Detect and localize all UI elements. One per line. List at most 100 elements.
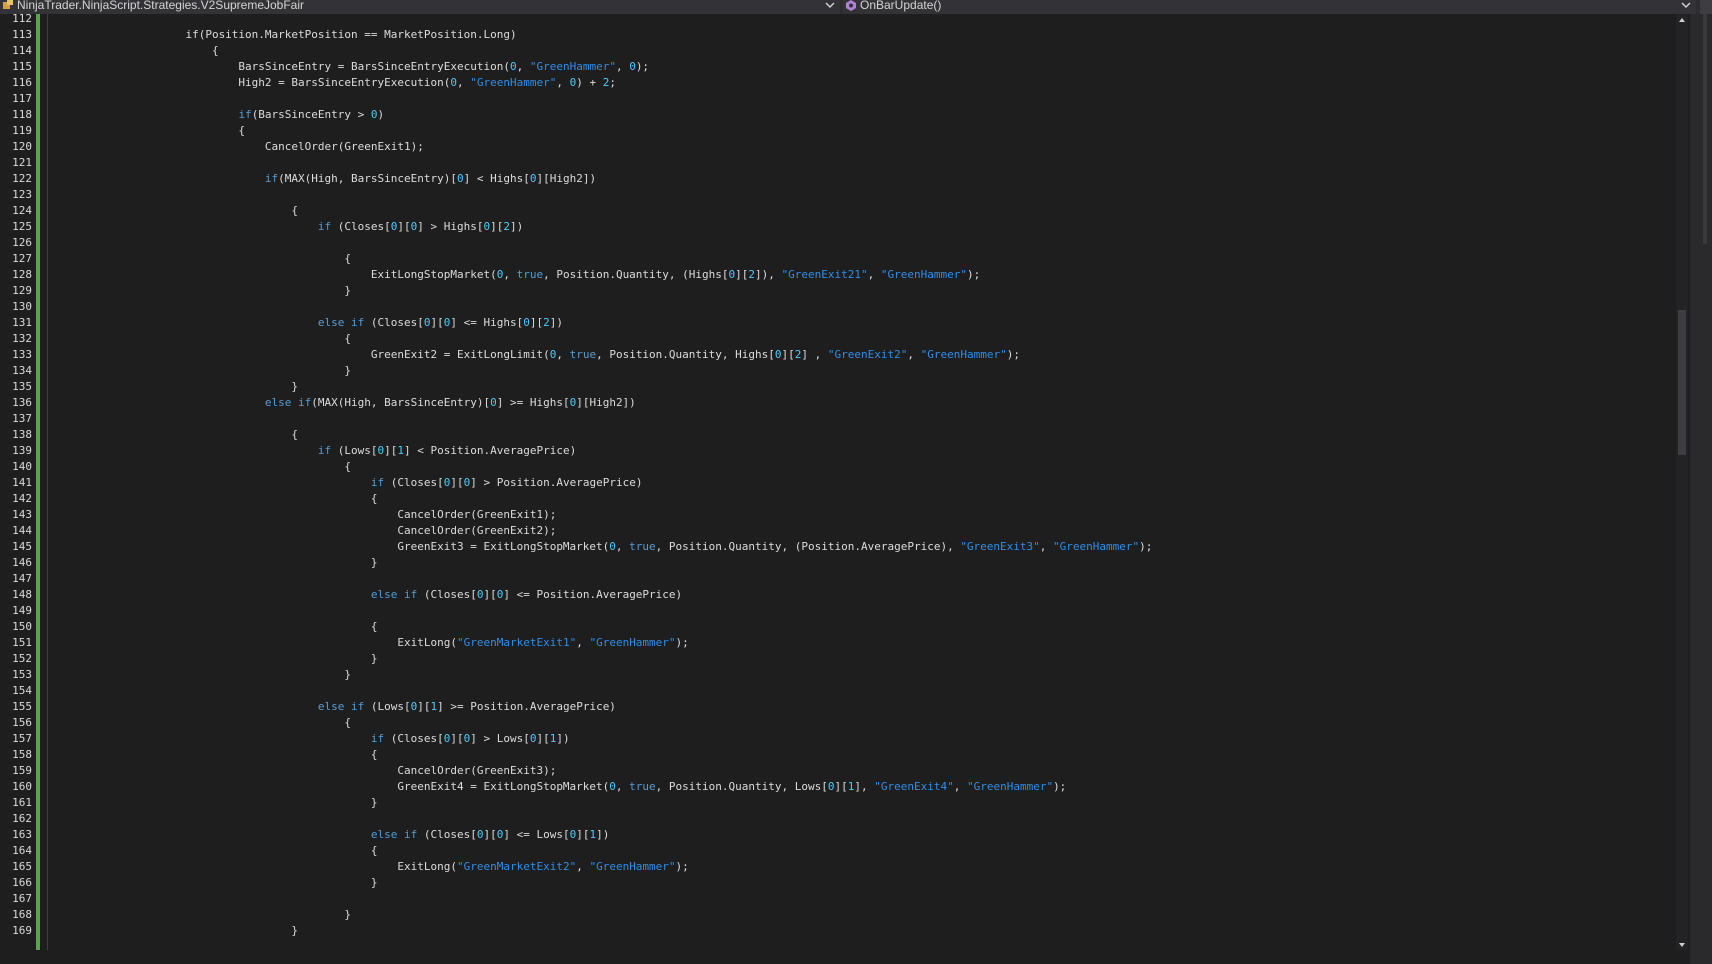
- code-line[interactable]: 117: [0, 91, 1670, 107]
- code-line[interactable]: 139 if (Lows[0][1] < Position.AveragePri…: [0, 443, 1670, 459]
- code-text[interactable]: }: [53, 907, 351, 923]
- code-line[interactable]: 156 {: [0, 715, 1670, 731]
- code-text[interactable]: {: [53, 459, 351, 475]
- code-line[interactable]: 165 ExitLong("GreenMarketExit2", "GreenH…: [0, 859, 1670, 875]
- code-line[interactable]: 141 if (Closes[0][0] > Position.AverageP…: [0, 475, 1670, 491]
- code-text[interactable]: GreenExit3 = ExitLongStopMarket(0, true,…: [53, 539, 1152, 555]
- code-text[interactable]: if(BarsSinceEntry > 0): [53, 107, 384, 123]
- code-line[interactable]: 135 }: [0, 379, 1670, 395]
- code-line[interactable]: 130: [0, 299, 1670, 315]
- code-line[interactable]: 125 if (Closes[0][0] > Highs[0][2]): [0, 219, 1670, 235]
- code-line[interactable]: 150 {: [0, 619, 1670, 635]
- code-line[interactable]: 145 GreenExit3 = ExitLongStopMarket(0, t…: [0, 539, 1670, 555]
- code-line[interactable]: 166 }: [0, 875, 1670, 891]
- code-line[interactable]: 140 {: [0, 459, 1670, 475]
- code-line[interactable]: 160 GreenExit4 = ExitLongStopMarket(0, t…: [0, 779, 1670, 795]
- code-text[interactable]: {: [53, 43, 219, 59]
- code-text[interactable]: {: [53, 747, 378, 763]
- code-line[interactable]: 157 if (Closes[0][0] > Lows[0][1]): [0, 731, 1670, 747]
- code-text[interactable]: else if (Closes[0][0] <= Position.Averag…: [53, 587, 682, 603]
- code-text[interactable]: ExitLong("GreenMarketExit1", "GreenHamme…: [53, 635, 688, 651]
- code-text[interactable]: else if(MAX(High, BarsSinceEntry)[0] >= …: [53, 395, 636, 411]
- code-line[interactable]: 153 }: [0, 667, 1670, 683]
- overview-margin[interactable]: [1690, 14, 1712, 964]
- code-text[interactable]: if (Lows[0][1] < Position.AveragePrice): [53, 443, 576, 459]
- code-line[interactable]: 159 CancelOrder(GreenExit3);: [0, 763, 1670, 779]
- code-text[interactable]: }: [53, 555, 378, 571]
- code-text[interactable]: High2 = BarsSinceEntryExecution(0, "Gree…: [53, 75, 616, 91]
- code-line[interactable]: 112: [0, 14, 1670, 27]
- code-line[interactable]: 115 BarsSinceEntry = BarsSinceEntryExecu…: [0, 59, 1670, 75]
- code-line[interactable]: 162: [0, 811, 1670, 827]
- code-line[interactable]: 143 CancelOrder(GreenExit1);: [0, 507, 1670, 523]
- code-text[interactable]: ExitLong("GreenMarketExit2", "GreenHamme…: [53, 859, 688, 875]
- scroll-up-icon[interactable]: [1677, 15, 1687, 25]
- code-line[interactable]: 123: [0, 187, 1670, 203]
- code-text[interactable]: {: [53, 331, 351, 347]
- code-line[interactable]: 144 CancelOrder(GreenExit2);: [0, 523, 1670, 539]
- code-text[interactable]: GreenExit2 = ExitLongLimit(0, true, Posi…: [53, 347, 1020, 363]
- code-text[interactable]: CancelOrder(GreenExit1);: [53, 139, 424, 155]
- code-text[interactable]: BarsSinceEntry = BarsSinceEntryExecution…: [53, 59, 649, 75]
- code-text[interactable]: {: [53, 251, 351, 267]
- code-text[interactable]: GreenExit4 = ExitLongStopMarket(0, true,…: [53, 779, 1066, 795]
- code-line[interactable]: 114 {: [0, 43, 1670, 59]
- code-text[interactable]: CancelOrder(GreenExit1);: [53, 507, 556, 523]
- code-text[interactable]: if(MAX(High, BarsSinceEntry)[0] < Highs[…: [53, 171, 596, 187]
- code-line[interactable]: 127 {: [0, 251, 1670, 267]
- code-editor[interactable]: 112 113 if(Position.MarketPosition == Mar…: [0, 14, 1712, 964]
- code-text[interactable]: }: [53, 795, 378, 811]
- code-line[interactable]: 149: [0, 603, 1670, 619]
- code-text[interactable]: }: [53, 283, 351, 299]
- code-line[interactable]: 134 }: [0, 363, 1670, 379]
- code-line[interactable]: 132 {: [0, 331, 1670, 347]
- code-line[interactable]: 152 }: [0, 651, 1670, 667]
- code-line[interactable]: 163 else if (Closes[0][0] <= Lows[0][1]): [0, 827, 1670, 843]
- code-line[interactable]: 142 {: [0, 491, 1670, 507]
- code-text[interactable]: {: [53, 491, 378, 507]
- code-line[interactable]: 120 CancelOrder(GreenExit1);: [0, 139, 1670, 155]
- code-text[interactable]: CancelOrder(GreenExit3);: [53, 763, 556, 779]
- code-line[interactable]: 133 GreenExit2 = ExitLongLimit(0, true, …: [0, 347, 1670, 363]
- code-line[interactable]: 151 ExitLong("GreenMarketExit1", "GreenH…: [0, 635, 1670, 651]
- code-line[interactable]: 131 else if (Closes[0][0] <= Highs[0][2]…: [0, 315, 1670, 331]
- type-dropdown[interactable]: NinjaTrader.NinjaScript.Strategies.V2Sup…: [0, 0, 840, 14]
- code-text[interactable]: if (Closes[0][0] > Position.AveragePrice…: [53, 475, 643, 491]
- code-text[interactable]: {: [53, 619, 378, 635]
- code-text[interactable]: }: [53, 875, 378, 891]
- scroll-down-icon[interactable]: [1677, 940, 1687, 950]
- code-line[interactable]: 121: [0, 155, 1670, 171]
- code-text[interactable]: CancelOrder(GreenExit2);: [53, 523, 556, 539]
- code-line[interactable]: 116 High2 = BarsSinceEntryExecution(0, "…: [0, 75, 1670, 91]
- code-text[interactable]: else if (Lows[0][1] >= Position.AverageP…: [53, 699, 616, 715]
- code-line[interactable]: 155 else if (Lows[0][1] >= Position.Aver…: [0, 699, 1670, 715]
- code-line[interactable]: 137: [0, 411, 1670, 427]
- code-text[interactable]: if (Closes[0][0] > Lows[0][1]): [53, 731, 570, 747]
- chevron-down-icon[interactable]: [1680, 0, 1692, 12]
- code-text[interactable]: ExitLongStopMarket(0, true, Position.Qua…: [53, 267, 980, 283]
- code-text[interactable]: if(Position.MarketPosition == MarketPosi…: [53, 27, 516, 43]
- vertical-scrollbar[interactable]: [1676, 14, 1688, 950]
- code-line[interactable]: 146 }: [0, 555, 1670, 571]
- code-text[interactable]: }: [53, 363, 351, 379]
- code-text[interactable]: }: [53, 379, 298, 395]
- code-text[interactable]: }: [53, 651, 378, 667]
- code-text[interactable]: {: [53, 427, 298, 443]
- code-line[interactable]: 113 if(Position.MarketPosition == Market…: [0, 27, 1670, 43]
- code-line[interactable]: 169 }: [0, 923, 1670, 939]
- code-text[interactable]: }: [53, 923, 298, 939]
- code-line[interactable]: 147: [0, 571, 1670, 587]
- code-text[interactable]: }: [53, 667, 351, 683]
- code-text[interactable]: if (Closes[0][0] > Highs[0][2]): [53, 219, 523, 235]
- code-line[interactable]: 158 {: [0, 747, 1670, 763]
- chevron-down-icon[interactable]: [824, 0, 836, 12]
- member-dropdown[interactable]: OnBarUpdate(): [843, 0, 1696, 14]
- split-window-icon[interactable]: [1700, 0, 1712, 14]
- code-text[interactable]: {: [53, 203, 298, 219]
- code-line[interactable]: 168 }: [0, 907, 1670, 923]
- code-line[interactable]: 136 else if(MAX(High, BarsSinceEntry)[0]…: [0, 395, 1670, 411]
- code-line[interactable]: 154: [0, 683, 1670, 699]
- code-line[interactable]: 161 }: [0, 795, 1670, 811]
- code-text[interactable]: {: [53, 123, 245, 139]
- code-line[interactable]: 138 {: [0, 427, 1670, 443]
